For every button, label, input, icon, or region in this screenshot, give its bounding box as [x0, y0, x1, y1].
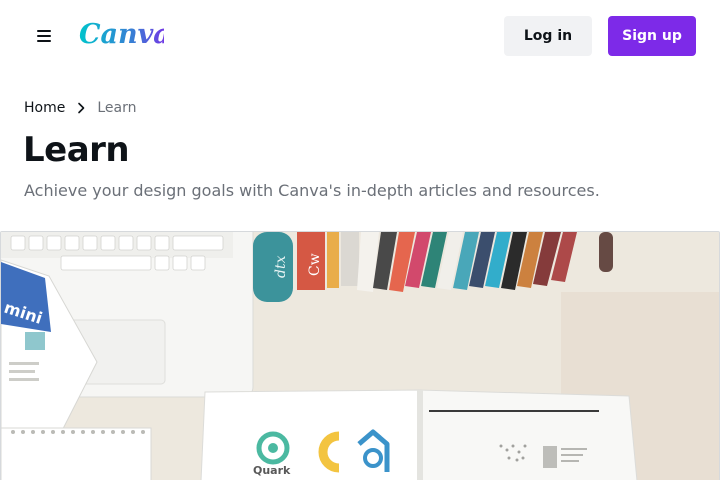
hamburger-menu-button[interactable]	[28, 20, 60, 52]
top-nav: Canva Log in Sign up	[0, 0, 720, 72]
login-button[interactable]: Log in	[504, 16, 592, 56]
menu-line	[37, 30, 51, 32]
menu-line	[37, 35, 51, 37]
breadcrumb-home-link[interactable]: Home	[24, 100, 65, 116]
page-subtitle: Achieve your design goals with Canva's i…	[24, 181, 600, 200]
page-title: Learn	[23, 130, 130, 170]
chevron-right-icon	[69, 98, 93, 118]
signup-button[interactable]: Sign up	[608, 16, 696, 56]
desk-photo: mini dtx Cw Quark	[1, 232, 719, 480]
logo-text: Canva	[79, 19, 164, 50]
breadcrumb: Home Learn	[24, 98, 136, 118]
breadcrumb-current: Learn	[97, 100, 137, 116]
menu-line	[37, 40, 51, 42]
canva-logo[interactable]: Canva	[78, 14, 164, 54]
hero-image: mini dtx Cw Quark	[0, 231, 720, 480]
